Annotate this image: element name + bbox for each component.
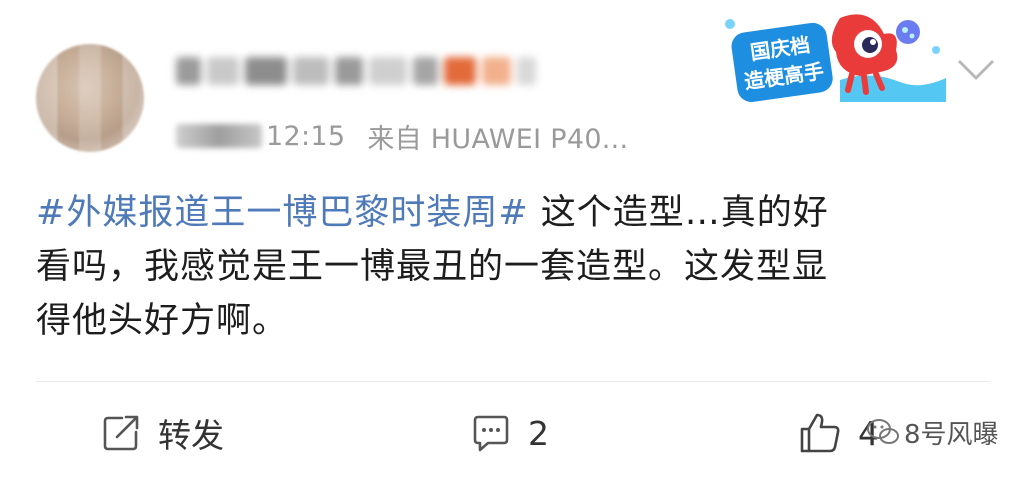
post-line-1: #外媒报道王一博巴黎时装周# 这个造型…真的好	[36, 186, 986, 240]
post-source: 来自 HUAWEI P40...	[367, 123, 629, 155]
post-text-1: 这个造型…真的好	[528, 193, 829, 233]
post-content: #外媒报道王一博巴黎时装周# 这个造型…真的好 看吗，我感觉是王一博最丑的一套造…	[36, 186, 986, 348]
weibo-post-card: 12:15 来自 HUAWEI P40... 国庆档 造梗高手 #外媒报道王一博…	[0, 0, 1024, 477]
chevron-down-icon[interactable]	[956, 56, 996, 84]
watermark-text: 8号风曝	[904, 419, 999, 450]
post-line-2: 看吗，我感觉是王一博最丑的一套造型。这发型显	[36, 247, 829, 287]
username-blurred[interactable]	[176, 48, 536, 94]
sparkle-icon	[725, 19, 735, 29]
divider	[36, 381, 990, 382]
event-badge[interactable]: 国庆档 造梗高手	[720, 10, 948, 106]
share-icon	[103, 415, 139, 451]
post-time: 12:15	[266, 120, 346, 152]
hashtag-link[interactable]: #外媒报道王一博巴黎时装周#	[36, 193, 529, 233]
watermark: 8号风曝	[866, 412, 999, 452]
comment-icon	[473, 415, 509, 452]
thumbs-up-icon	[800, 413, 840, 453]
repost-label: 转发	[158, 416, 224, 455]
comment-button[interactable]: 2	[470, 400, 549, 466]
date-blurred	[176, 124, 262, 148]
comment-count: 2	[528, 413, 549, 453]
repost-button[interactable]: 转发	[100, 400, 224, 466]
wechat-icon	[867, 419, 899, 444]
post-line-3: 得他头好方啊。	[36, 301, 289, 341]
post-meta: 12:15 来自 HUAWEI P40...	[176, 118, 629, 155]
avatar[interactable]	[36, 44, 144, 152]
